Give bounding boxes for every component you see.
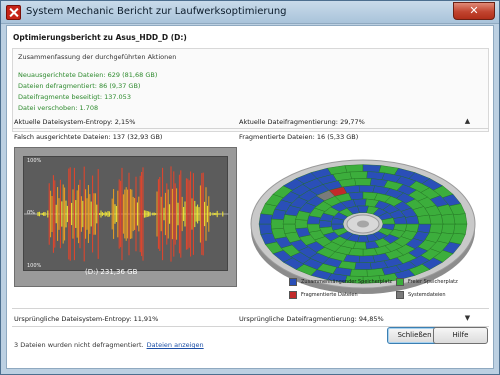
separator <box>12 128 489 129</box>
disk-sector <box>358 255 376 263</box>
summary-line-realigned: Neuausgerichtete Dateien: 629 (81,68 GB) <box>18 71 158 79</box>
legend-swatch-contiguous <box>289 278 297 286</box>
disk-sector <box>362 164 382 173</box>
disk-sector <box>429 214 444 225</box>
disk-sector <box>258 223 273 235</box>
drive-size-label: (D:) 231,36 GB <box>85 268 138 276</box>
disk-sector <box>429 223 444 234</box>
disk-sector <box>344 164 364 173</box>
legend-swatch-fragmented <box>289 291 297 299</box>
disk-sector <box>441 213 456 225</box>
legend-free-label: Freier Speicherplatz <box>408 279 458 285</box>
legend-swatch-system <box>396 291 404 299</box>
disk-sector <box>295 219 308 229</box>
disk-sector <box>282 214 297 225</box>
disk-sector <box>417 214 432 225</box>
disk-sector <box>271 218 284 230</box>
window-title: System Mechanic Bericht zur Laufwerksopt… <box>26 6 287 17</box>
disk-sector <box>319 220 332 228</box>
disk-spindle <box>357 220 369 228</box>
report-body: Optimierungsbericht zu Asus_HDD_D (D:) Z… <box>6 25 494 369</box>
entropy-graph-plot: 100% 0% 100% <box>23 156 229 271</box>
legend-system: Systemdateien <box>396 291 446 299</box>
disk-sector <box>349 269 368 277</box>
legend-contiguous: Zusammenhängender Speicherplatz <box>289 278 392 286</box>
legend-contiguous-label: Zusammenhängender Speicherplatz <box>301 279 393 285</box>
legend-swatch-free <box>396 278 404 286</box>
disk-sector <box>354 178 372 186</box>
graph-label-bottom: 100% <box>27 263 42 269</box>
original-entropy-label: Ursprüngliche Dateisystem-Entropy: 11,91… <box>14 315 159 323</box>
app-icon <box>6 5 21 20</box>
legend-free: Freier Speicherplatz <box>396 278 458 286</box>
window-close-button[interactable]: ✕ <box>453 2 495 20</box>
separator <box>12 308 489 309</box>
report-title: Optimierungsbericht zu Asus_HDD_D (D:) <box>13 33 187 42</box>
disk-sector <box>282 223 297 234</box>
bottom-note: 3 Dateien wurden nicht defragmentiert. Da… <box>14 341 204 349</box>
entropy-waveform <box>24 166 229 262</box>
current-fragmentation-label: Aktuelle Dateifragmentierung: 29,77% <box>239 118 365 126</box>
summary-line-moved: Datei verschoben: 1.708 <box>18 104 99 112</box>
disk-sector <box>358 185 376 193</box>
title-bar[interactable]: System Mechanic Bericht zur Laufwerksopt… <box>1 1 499 24</box>
summary-line-defragmented: Dateien defragmentiert: 86 (9,37 GB) <box>18 82 141 90</box>
chevron-up-icon[interactable]: ▲ <box>463 117 472 126</box>
close-icon: ✕ <box>469 4 479 17</box>
legend-system-label: Systemdateien <box>408 292 446 298</box>
current-entropy-label: Aktuelle Dateisystem-Entropy: 2,15% <box>14 118 136 126</box>
summary-heading: Zusammenfassung der durchgeführten Aktio… <box>18 53 177 61</box>
legend-fragmented-label: Fragmentierte Dateien <box>301 292 358 298</box>
misaligned-files-label: Falsch ausgerichtete Dateien: 137 (32,93… <box>14 133 163 141</box>
fragmented-files-label: Fragmentierte Dateien: 16 (5,33 GB) <box>239 133 359 141</box>
disk-sector <box>453 213 468 225</box>
graph-label-top: 100% <box>27 158 42 164</box>
help-button[interactable]: Hilfe <box>433 327 488 344</box>
show-files-link[interactable]: Dateien anzeigen <box>147 341 204 349</box>
waveform-bars <box>37 166 224 262</box>
entropy-graph: 100% 0% 100% (D:) 231,36 GB <box>14 147 237 287</box>
disk-sector <box>441 223 456 235</box>
disk-sector <box>258 213 273 225</box>
report-window: System Mechanic Bericht zur Laufwerksopt… <box>0 0 500 375</box>
not-defragmented-text: 3 Dateien wurden nicht defragmentiert. <box>14 341 144 349</box>
legend-fragmented: Fragmentierte Dateien <box>289 291 358 299</box>
graph-label-mid: 0% <box>27 210 35 216</box>
chevron-down-icon[interactable]: ▼ <box>463 314 472 323</box>
disk-sector <box>354 262 372 270</box>
summary-line-fragments: Dateifragmente beseitigt: 137.053 <box>18 93 131 101</box>
disk-sector <box>349 171 368 179</box>
disk-sector <box>453 223 468 235</box>
original-fragmentation-label: Ursprüngliche Dateifragmentierung: 94,85… <box>239 315 384 323</box>
